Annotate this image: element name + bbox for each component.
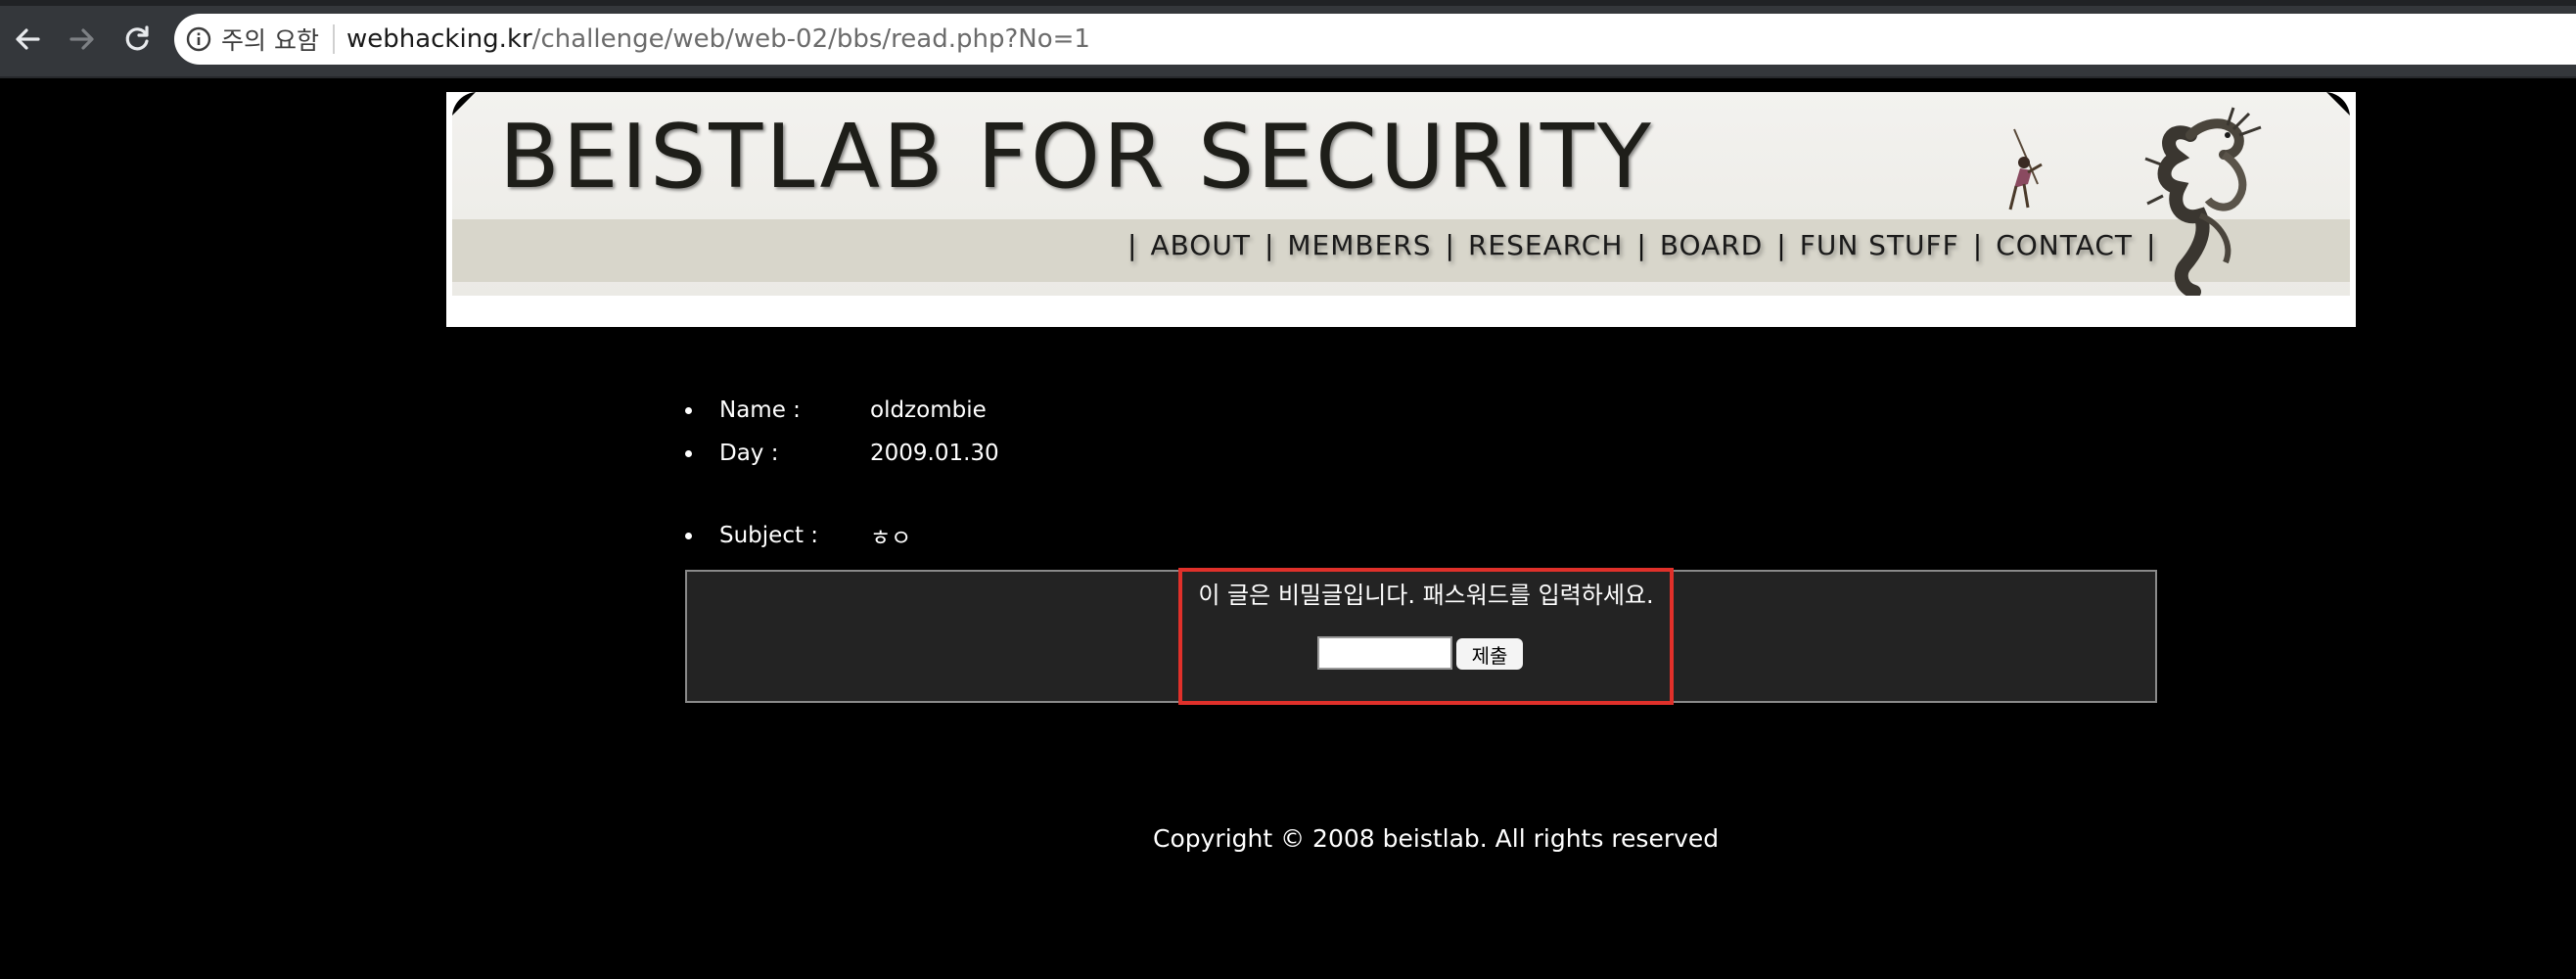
menu-separator: | — [1972, 229, 1983, 261]
subject-label: Subject : — [719, 523, 819, 548]
bullet — [685, 532, 692, 539]
bullet — [685, 449, 692, 457]
name-label: Name : — [719, 397, 801, 423]
back-arrow-icon — [16, 28, 40, 50]
copyright-footer: Copyright © 2008 beistlab. All rights re… — [1153, 824, 1720, 853]
banner-panel: BEISTLAB FOR SECURITY | ABOUT | MEMBERS … — [452, 92, 2350, 296]
site-menu: | ABOUT | MEMBERS | RESEARCH | BOARD | F… — [1114, 229, 2169, 261]
security-label: 주의 요함 — [221, 26, 319, 55]
banner-corner-right — [2326, 92, 2350, 116]
menu-item-research[interactable]: RESEARCH — [1468, 229, 1623, 261]
address-divider — [332, 24, 335, 54]
post-subject-row: Subject : ㅎㅇ — [685, 519, 911, 552]
menu-item-members[interactable]: MEMBERS — [1287, 229, 1431, 261]
subject-value: ㅎㅇ — [870, 526, 912, 551]
highlight-box — [1178, 568, 1674, 705]
page-content: BEISTLAB FOR SECURITY | ABOUT | MEMBERS … — [0, 78, 2576, 979]
menu-item-about[interactable]: ABOUT — [1150, 229, 1251, 261]
reload-icon — [125, 25, 149, 51]
tab-strip — [0, 0, 2576, 6]
post-name-row: Name : oldzombie — [685, 397, 987, 423]
url-text[interactable]: webhacking.kr/challenge/web/web-02/bbs/r… — [346, 24, 1090, 54]
forward-button[interactable] — [61, 18, 104, 61]
banner-corner-left — [452, 92, 476, 116]
menu-item-contact[interactable]: CONTACT — [1996, 229, 2133, 261]
day-value: 2009.01.30 — [870, 441, 999, 466]
reload-button[interactable] — [115, 18, 159, 61]
post-day-row: Day : 2009.01.30 — [685, 441, 999, 466]
forward-arrow-icon — [69, 28, 94, 50]
menu-item-fun-stuff[interactable]: FUN STUFF — [1800, 229, 1959, 261]
url-host: webhacking.kr — [345, 24, 532, 54]
site-title: BEISTLAB FOR SECURITY — [499, 106, 1654, 209]
name-value: oldzombie — [870, 397, 987, 423]
browser-toolbar: 주의 요함 webhacking.kr/challenge/web/web-02… — [0, 0, 2576, 78]
address-bar[interactable]: 주의 요함 webhacking.kr/challenge/web/web-02… — [174, 14, 2576, 65]
bullet — [685, 406, 692, 414]
info-icon — [186, 26, 211, 52]
menu-separator: | — [1264, 229, 1274, 261]
security-indicator[interactable]: 주의 요함 — [186, 20, 319, 59]
day-label: Day : — [719, 441, 779, 466]
figure-illustration — [2008, 128, 2043, 210]
menu-separator: | — [1445, 229, 1454, 261]
menu-separator: | — [1776, 229, 1786, 261]
menu-item-board[interactable]: BOARD — [1660, 229, 1763, 261]
dragon-illustration — [2144, 107, 2262, 296]
site-banner: BEISTLAB FOR SECURITY | ABOUT | MEMBERS … — [446, 92, 2356, 327]
url-path: /challenge/web/web-02/bbs/read.php?No=1 — [531, 24, 1090, 54]
back-button[interactable] — [6, 18, 49, 61]
menu-separator: | — [1127, 229, 1137, 261]
menu-separator: | — [1636, 229, 1646, 261]
